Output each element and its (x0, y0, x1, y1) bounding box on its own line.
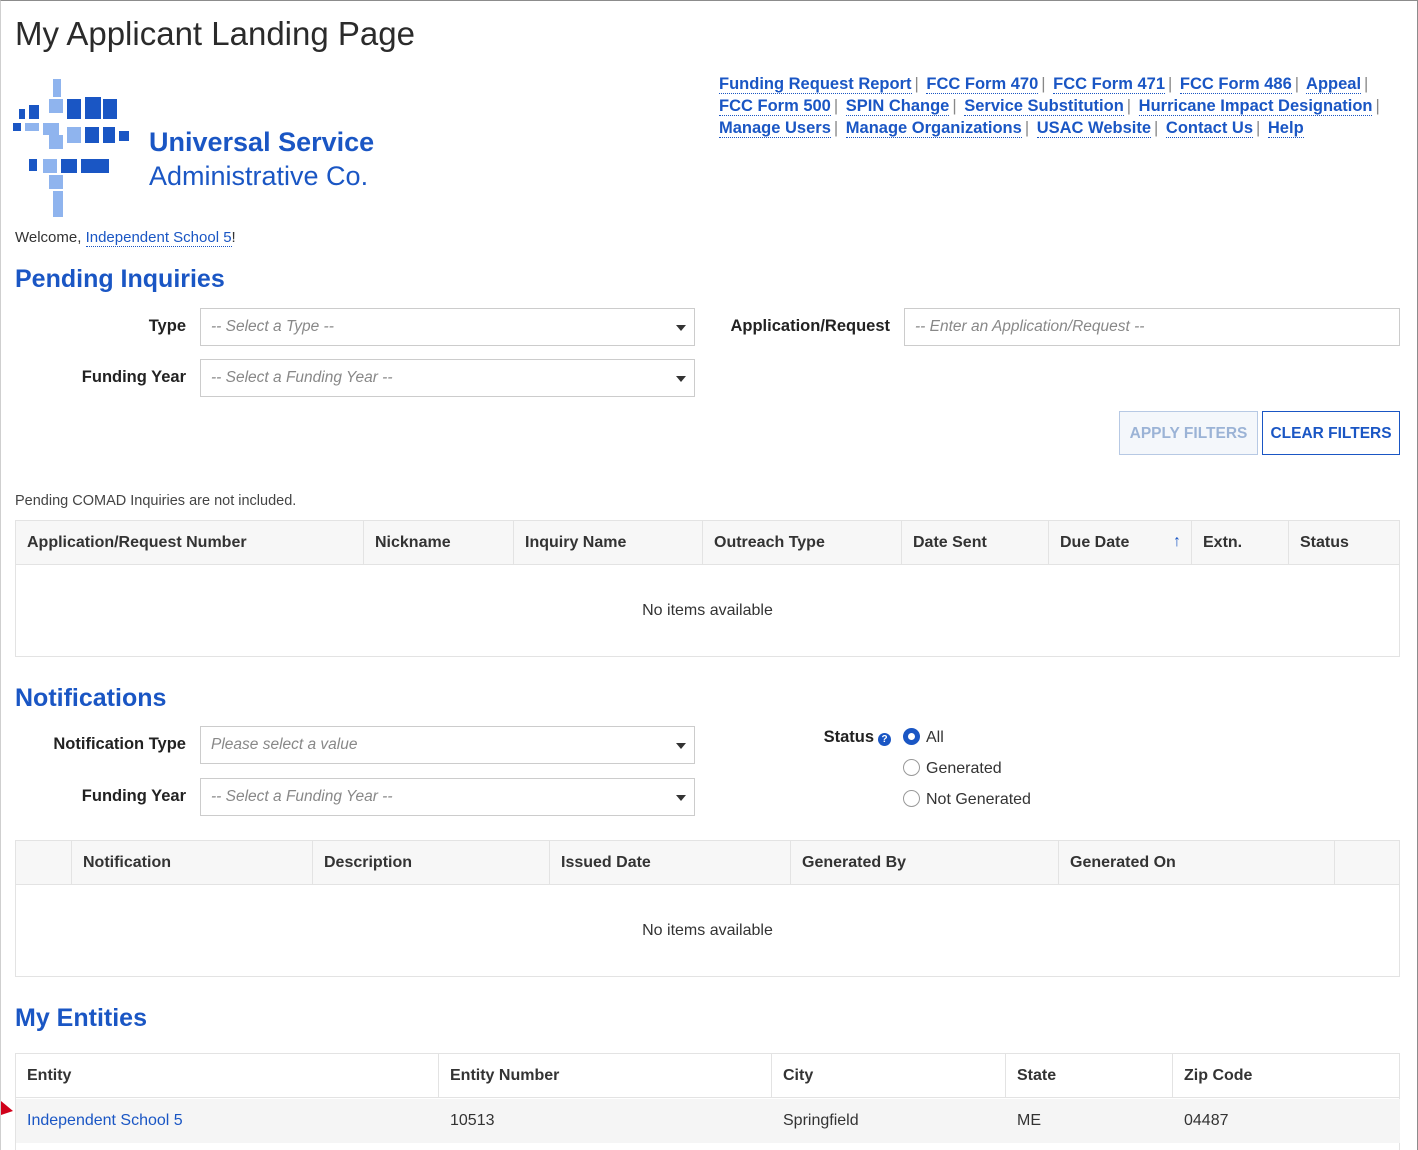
col-notifications-select[interactable] (16, 841, 72, 885)
welcome-suffix: ! (231, 229, 236, 246)
col-due-date[interactable]: Due Date ↑ (1049, 521, 1192, 565)
application-request-input[interactable]: -- Enter an Application/Request -- (904, 308, 1400, 346)
entity-name-cell: Independent School 5 (27, 1112, 183, 1130)
radio-unchecked-icon (903, 759, 920, 776)
link-service-substitution[interactable]: Service Substitution (964, 97, 1124, 116)
pending-inquiries-grid: Application/Request Number Nickname Inqu… (15, 520, 1400, 657)
welcome-message: Welcome, Independent School 5! (15, 229, 236, 247)
logo-text-line1: Universal Service (149, 127, 375, 157)
col-extn[interactable]: Extn. (1192, 521, 1289, 565)
chevron-down-icon (676, 325, 686, 331)
link-help[interactable]: Help (1267, 119, 1304, 138)
col-inquiry-name[interactable]: Inquiry Name (514, 521, 703, 565)
col-outreach-type[interactable]: Outreach Type (703, 521, 902, 565)
col-nickname[interactable]: Nickname (364, 521, 514, 565)
chevron-down-icon (676, 795, 686, 801)
notifications-grid: Notification Description Issued Date Gen… (15, 840, 1400, 977)
link-hurricane-impact-designation[interactable]: Hurricane Impact Designation (1138, 97, 1373, 116)
pointer-arrow-icon (1, 1101, 13, 1115)
link-usac-website[interactable]: USAC Website (1036, 119, 1152, 138)
chevron-down-icon (676, 743, 686, 749)
notifications-funding-year-select[interactable]: -- Select a Funding Year -- (200, 778, 695, 816)
clear-filters-button[interactable]: CLEAR FILTERS (1262, 411, 1400, 455)
col-zip-code[interactable]: Zip Code (1173, 1054, 1400, 1098)
type-label: Type (148, 317, 186, 335)
entity-number-cell: 10513 (450, 1112, 495, 1129)
notifications-funding-year-label: Funding Year (81, 787, 186, 805)
status-label-text: Status (823, 728, 874, 746)
entity-zip-cell: 04487 (1184, 1112, 1229, 1129)
link-funding-request-report[interactable]: Funding Request Report (719, 75, 912, 94)
top-links: Funding Request Report | FCC Form 470 | FC… (719, 75, 1380, 138)
link-manage-users[interactable]: Manage Users (719, 119, 831, 138)
col-description[interactable]: Description (313, 841, 550, 885)
welcome-prefix: Welcome, (15, 229, 86, 246)
notification-type-label: Notification Type (53, 735, 186, 753)
link-contact-us[interactable]: Contact Us (1165, 119, 1253, 138)
link-appeal[interactable]: Appeal (1306, 75, 1362, 94)
welcome-user-link[interactable]: Independent School 5 (85, 229, 232, 247)
apply-filters-button[interactable]: APPLY FILTERS (1119, 411, 1258, 455)
col-issued-date[interactable]: Issued Date (550, 841, 791, 885)
link-spin-change[interactable]: SPIN Change (845, 97, 950, 116)
col-generated-by[interactable]: Generated By (791, 841, 1059, 885)
funding-year-select-value: -- Select a Funding Year -- (211, 369, 393, 386)
col-city[interactable]: City (772, 1054, 1006, 1098)
col-notification[interactable]: Notification (72, 841, 313, 885)
logo-text-line2: Administrative Co. (149, 161, 369, 191)
entities-header: Entity Entity Number City State Zip Code (16, 1054, 1399, 1098)
funding-year-select[interactable]: -- Select a Funding Year -- (200, 359, 695, 397)
status-option-all-label: All (926, 729, 944, 746)
funding-year-label: Funding Year (81, 368, 186, 386)
table-row: Independent School 5 10513 Springfield M… (16, 1099, 1400, 1143)
status-option-not-generated-label: Not Generated (926, 791, 1031, 808)
application-request-label: Application/Request (730, 317, 890, 335)
notifications-header: Notification Description Issued Date Gen… (16, 841, 1399, 885)
status-label: Status? (791, 728, 891, 747)
col-entity-number[interactable]: Entity Number (439, 1054, 772, 1098)
col-entity[interactable]: Entity (16, 1054, 439, 1098)
col-application-request-number[interactable]: Application/Request Number (16, 521, 364, 565)
entity-state-cell: ME (1017, 1112, 1041, 1129)
type-select-value: -- Select a Type -- (211, 318, 334, 335)
chevron-down-icon (676, 376, 686, 382)
pending-inquiries-header: Application/Request Number Nickname Inqu… (16, 521, 1399, 565)
status-radio-all[interactable]: All (903, 728, 944, 747)
notification-type-select-value: Please select a value (211, 736, 358, 753)
application-request-placeholder: -- Enter an Application/Request -- (915, 318, 1145, 335)
pending-empty-message: No items available (642, 602, 773, 619)
col-status[interactable]: Status (1289, 521, 1400, 565)
col-notifications-actions[interactable] (1335, 841, 1400, 885)
notifications-empty-message: No items available (642, 922, 773, 939)
link-fcc-form-471[interactable]: FCC Form 471 (1053, 75, 1165, 94)
entities-grid: Entity Entity Number City State Zip Code… (15, 1053, 1400, 1150)
status-option-generated-label: Generated (926, 760, 1002, 777)
comad-note: Pending COMAD Inquiries are not included… (15, 493, 297, 509)
link-fcc-form-500[interactable]: FCC Form 500 (719, 97, 831, 116)
status-radio-not-generated[interactable]: Not Generated (903, 790, 1031, 809)
page-title: My Applicant Landing Page (15, 15, 415, 52)
arrow-up-icon: ↑ (1173, 533, 1181, 550)
link-fcc-form-470[interactable]: FCC Form 470 (926, 75, 1039, 94)
entity-link[interactable]: Independent School 5 (27, 1112, 183, 1129)
link-manage-organizations[interactable]: Manage Organizations (845, 119, 1022, 138)
notifications-funding-year-value: -- Select a Funding Year -- (211, 788, 393, 805)
my-entities-title: My Entities (15, 1004, 147, 1032)
type-select[interactable]: -- Select a Type -- (200, 308, 695, 346)
radio-unchecked-icon (903, 790, 920, 807)
help-icon[interactable]: ? (878, 733, 891, 746)
entity-city-cell: Springfield (783, 1112, 859, 1129)
col-generated-on[interactable]: Generated On (1059, 841, 1335, 885)
col-due-date-label: Due Date (1060, 534, 1130, 551)
notifications-title: Notifications (15, 684, 167, 712)
page-frame: My Applicant Landing Page Universal Serv… (0, 0, 1418, 1150)
radio-checked-icon (903, 728, 920, 745)
col-date-sent[interactable]: Date Sent (902, 521, 1049, 565)
link-fcc-form-486[interactable]: FCC Form 486 (1179, 75, 1292, 94)
notification-type-select[interactable]: Please select a value (200, 726, 695, 764)
col-state[interactable]: State (1006, 1054, 1173, 1098)
status-radio-generated[interactable]: Generated (903, 759, 1002, 778)
pending-inquiries-title: Pending Inquiries (15, 265, 225, 293)
